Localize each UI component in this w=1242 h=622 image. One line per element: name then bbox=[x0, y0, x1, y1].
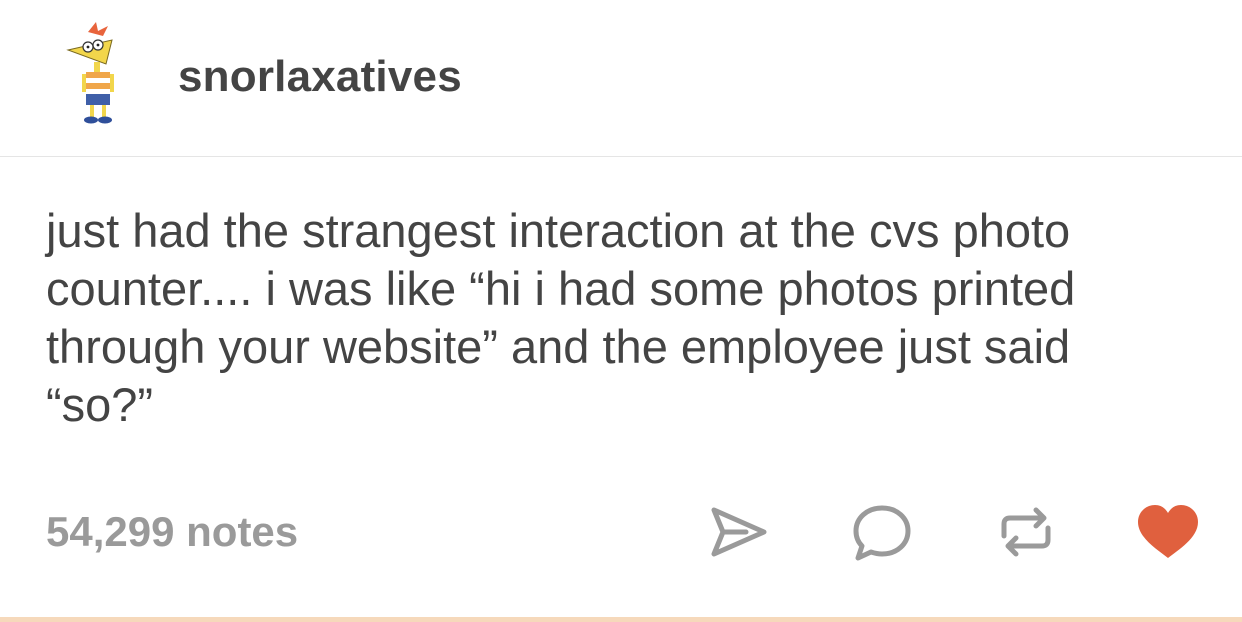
post-card: snorlaxatives just had the strangest int… bbox=[0, 0, 1242, 622]
reply-button[interactable] bbox=[850, 500, 914, 564]
share-button[interactable] bbox=[706, 500, 770, 564]
heart-icon bbox=[1138, 505, 1198, 558]
reblog-button[interactable] bbox=[994, 500, 1058, 564]
avatar[interactable] bbox=[58, 22, 132, 126]
bottom-divider bbox=[0, 617, 1242, 622]
post-header: snorlaxatives bbox=[0, 0, 1242, 157]
like-button[interactable] bbox=[1134, 500, 1198, 564]
share-icon bbox=[711, 507, 767, 557]
username-link[interactable]: snorlaxatives bbox=[178, 52, 462, 102]
reply-icon bbox=[853, 505, 911, 561]
post-body-text: just had the strangest interaction at th… bbox=[46, 204, 1076, 431]
reblog-icon bbox=[1001, 507, 1051, 557]
avatar-cartoon-icon bbox=[66, 22, 114, 124]
notes-count[interactable]: 54,299 notes bbox=[46, 508, 298, 556]
